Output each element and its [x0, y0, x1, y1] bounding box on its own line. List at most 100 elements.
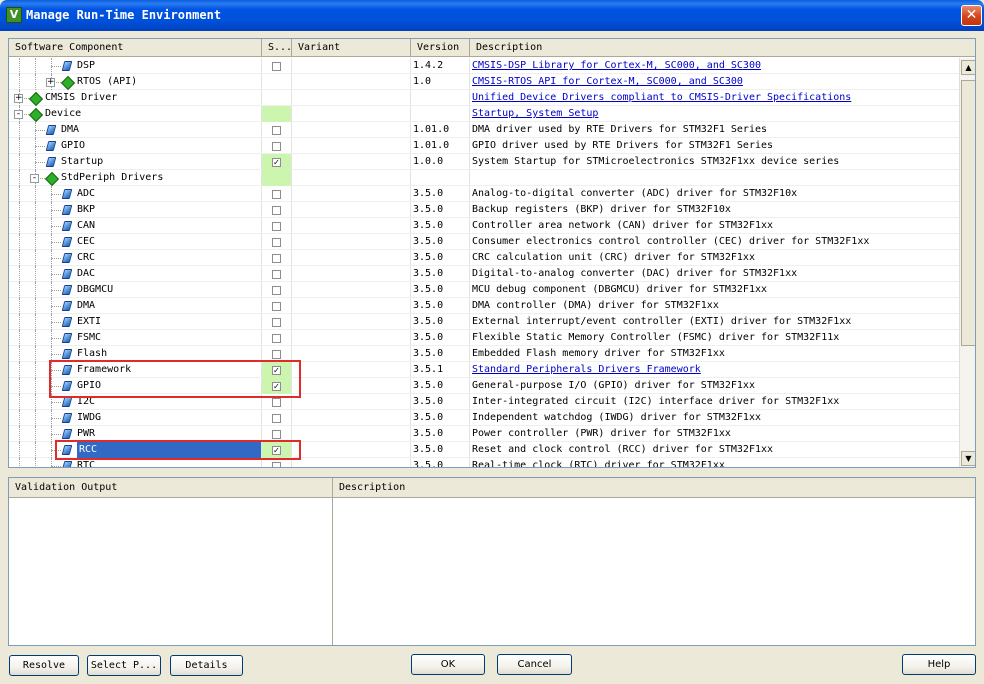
- table-row[interactable]: ADC 3.5.0 Analog-to-digital converter (ADC…: [9, 186, 959, 202]
- selection-cell[interactable]: [262, 58, 291, 74]
- vertical-scrollbar[interactable]: ▲ ▼: [959, 58, 975, 467]
- component-name-cell[interactable]: DSP: [9, 58, 261, 74]
- component-name-cell[interactable]: DMA: [9, 122, 261, 138]
- selection-cell[interactable]: ✓: [262, 154, 291, 170]
- scroll-up-icon[interactable]: ▲: [961, 60, 975, 75]
- component-name-cell[interactable]: DAC: [9, 266, 261, 282]
- checkbox-unchecked[interactable]: [272, 414, 281, 423]
- table-row[interactable]: + CMSIS Driver Unified Device Drivers comp…: [9, 90, 959, 106]
- selection-cell[interactable]: [262, 90, 291, 106]
- component-name-cell[interactable]: CAN: [9, 218, 261, 234]
- close-button[interactable]: ✕: [961, 5, 982, 26]
- selection-cell[interactable]: [262, 250, 291, 266]
- selection-cell[interactable]: [262, 234, 291, 250]
- selection-cell[interactable]: [262, 330, 291, 346]
- selection-cell[interactable]: [262, 218, 291, 234]
- table-row[interactable]: + RTOS (API) 1.0 CMSIS-RTOS API for Cortex-…: [9, 74, 959, 90]
- component-name-cell[interactable]: DBGMCU: [9, 282, 261, 298]
- select-packs-button[interactable]: Select P...: [87, 655, 161, 676]
- table-row[interactable]: EXTI 3.5.0 External interrupt/event contro…: [9, 314, 959, 330]
- component-name-cell[interactable]: + CMSIS Driver: [9, 90, 261, 106]
- selection-cell[interactable]: [262, 266, 291, 282]
- component-name-cell[interactable]: CEC: [9, 234, 261, 250]
- help-button[interactable]: Help: [902, 654, 976, 675]
- description-link[interactable]: CMSIS-RTOS API for Cortex-M, SC000, and …: [470, 74, 959, 90]
- cancel-button[interactable]: Cancel: [497, 654, 572, 675]
- selection-cell[interactable]: [262, 74, 291, 90]
- scroll-down-icon[interactable]: ▼: [961, 451, 975, 466]
- selection-cell[interactable]: [262, 138, 291, 154]
- selection-cell[interactable]: [262, 202, 291, 218]
- column-header-variant[interactable]: Variant: [292, 39, 411, 57]
- checkbox-unchecked[interactable]: [272, 126, 281, 135]
- table-row[interactable]: DBGMCU 3.5.0 MCU debug component (DBGMCU) …: [9, 282, 959, 298]
- table-row[interactable]: BKP 3.5.0 Backup registers (BKP) driver fo…: [9, 202, 959, 218]
- resolve-button[interactable]: Resolve: [9, 655, 79, 676]
- selection-cell[interactable]: [262, 170, 291, 186]
- component-name-cell[interactable]: + RTOS (API): [9, 74, 261, 90]
- checkbox-unchecked[interactable]: [272, 318, 281, 327]
- table-row[interactable]: - StdPeriph Drivers: [9, 170, 959, 186]
- selection-cell[interactable]: [262, 282, 291, 298]
- component-name-cell[interactable]: Startup: [9, 154, 261, 170]
- column-header-description[interactable]: Description: [470, 39, 975, 57]
- table-row[interactable]: CEC 3.5.0 Consumer electronics control con…: [9, 234, 959, 250]
- table-row[interactable]: FSMC 3.5.0 Flexible Static Memory Controll…: [9, 330, 959, 346]
- table-row[interactable]: Startup ✓ 1.0.0 System Startup for STMicroe…: [9, 154, 959, 170]
- details-button[interactable]: Details: [170, 655, 243, 676]
- description-link[interactable]: CMSIS-DSP Library for Cortex-M, SC000, a…: [470, 58, 959, 74]
- checkbox-unchecked[interactable]: [272, 62, 281, 71]
- component-name-cell[interactable]: IWDG: [9, 410, 261, 426]
- checkbox-unchecked[interactable]: [272, 270, 281, 279]
- checkbox-unchecked[interactable]: [272, 286, 281, 295]
- component-name-cell[interactable]: GPIO: [9, 138, 261, 154]
- checkbox-unchecked[interactable]: [272, 142, 281, 151]
- column-header-software-component[interactable]: Software Component: [9, 39, 262, 57]
- checkbox-unchecked[interactable]: [272, 398, 281, 407]
- checkbox-checked[interactable]: ✓: [272, 158, 281, 167]
- checkbox-unchecked[interactable]: [272, 254, 281, 263]
- expand-icon[interactable]: +: [46, 78, 55, 87]
- description-link[interactable]: Standard Peripherals Drivers Framework: [470, 362, 959, 378]
- table-row[interactable]: CRC 3.5.0 CRC calculation unit (CRC) drive…: [9, 250, 959, 266]
- checkbox-unchecked[interactable]: [272, 462, 281, 467]
- checkbox-unchecked[interactable]: [272, 190, 281, 199]
- column-header-validation-description[interactable]: Description: [333, 478, 975, 498]
- component-name-cell[interactable]: - StdPeriph Drivers: [9, 170, 261, 186]
- description-link[interactable]: Startup, System Setup: [470, 106, 959, 122]
- description-link[interactable]: Unified Device Drivers compliant to CMSI…: [470, 90, 959, 106]
- column-header-version[interactable]: Version: [411, 39, 470, 57]
- component-name-cell[interactable]: FSMC: [9, 330, 261, 346]
- selection-cell[interactable]: [262, 314, 291, 330]
- checkbox-unchecked[interactable]: [272, 334, 281, 343]
- component-name-cell[interactable]: EXTI: [9, 314, 261, 330]
- table-row[interactable]: DAC 3.5.0 Digital-to-analog converter (DAC…: [9, 266, 959, 282]
- checkbox-unchecked[interactable]: [272, 238, 281, 247]
- table-row[interactable]: CAN 3.5.0 Controller area network (CAN) dr…: [9, 218, 959, 234]
- checkbox-unchecked[interactable]: [272, 302, 281, 311]
- column-header-selection[interactable]: S...: [262, 39, 292, 57]
- component-name-cell[interactable]: CRC: [9, 250, 261, 266]
- component-name-cell[interactable]: BKP: [9, 202, 261, 218]
- column-header-validation-output[interactable]: Validation Output: [9, 478, 333, 498]
- scrollbar-thumb[interactable]: [961, 80, 975, 346]
- ok-button[interactable]: OK: [411, 654, 485, 675]
- checkbox-unchecked[interactable]: [272, 206, 281, 215]
- component-name-cell[interactable]: DMA: [9, 298, 261, 314]
- component-name-cell[interactable]: ADC: [9, 186, 261, 202]
- component-name-cell[interactable]: - Device: [9, 106, 261, 122]
- table-row[interactable]: IWDG 3.5.0 Independent watchdog (IWDG) dri…: [9, 410, 959, 426]
- expand-icon[interactable]: +: [14, 94, 23, 103]
- table-row[interactable]: DSP 1.4.2 CMSIS-DSP Library for Cortex-M, …: [9, 58, 959, 74]
- checkbox-unchecked[interactable]: [272, 430, 281, 439]
- selection-cell[interactable]: [262, 106, 291, 122]
- table-row[interactable]: GPIO 1.01.0 GPIO driver used by RTE Driver…: [9, 138, 959, 154]
- selection-cell[interactable]: [262, 186, 291, 202]
- selection-cell[interactable]: [262, 122, 291, 138]
- collapse-icon[interactable]: -: [14, 110, 23, 119]
- checkbox-unchecked[interactable]: [272, 350, 281, 359]
- table-row[interactable]: DMA 1.01.0 DMA driver used by RTE Drivers …: [9, 122, 959, 138]
- collapse-icon[interactable]: -: [30, 174, 39, 183]
- selection-cell[interactable]: [262, 410, 291, 426]
- checkbox-unchecked[interactable]: [272, 222, 281, 231]
